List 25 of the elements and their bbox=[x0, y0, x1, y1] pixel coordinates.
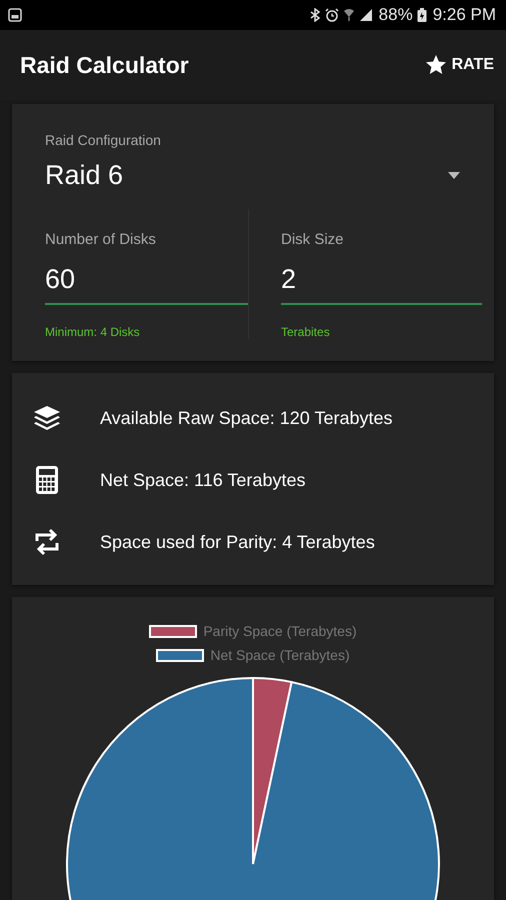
raid-dropdown[interactable]: Raid 6 bbox=[45, 148, 482, 201]
rate-button[interactable]: RATE bbox=[420, 49, 498, 81]
caret-icon bbox=[448, 172, 460, 179]
result-text: Net Space: 116 Terabytes bbox=[100, 470, 306, 490]
clock-time: 9:26 PM bbox=[432, 5, 496, 25]
field-label: Number of Disks bbox=[45, 231, 156, 248]
battery-icon bbox=[416, 8, 427, 22]
input-field[interactable]: 2 bbox=[281, 254, 482, 305]
wifi-icon bbox=[342, 8, 355, 22]
helper-text: Terabites bbox=[281, 325, 330, 339]
bluetooth-icon bbox=[308, 8, 321, 22]
input-field[interactable]: 60 bbox=[45, 254, 248, 305]
field-label: Disk Size bbox=[281, 231, 344, 248]
helper-text: Minimum: 4 Disks bbox=[45, 325, 140, 339]
result-text: Space used for Parity: 4 Terabytes bbox=[100, 532, 375, 552]
alarm-icon bbox=[324, 8, 339, 22]
app-title: Raid Calculator bbox=[20, 52, 189, 78]
signal-icon bbox=[358, 8, 373, 22]
field-label: Raid Configuration bbox=[45, 132, 161, 148]
legend-label: Parity Space (Terabytes) bbox=[203, 623, 357, 639]
gallery-icon bbox=[8, 8, 22, 22]
result-text: Available Raw Space: 120 Terabytes bbox=[100, 408, 393, 428]
legend-label: Net Space (Terabytes) bbox=[210, 647, 350, 663]
battery-percentage: 88% bbox=[378, 5, 413, 25]
layers-icon bbox=[32, 405, 62, 431]
